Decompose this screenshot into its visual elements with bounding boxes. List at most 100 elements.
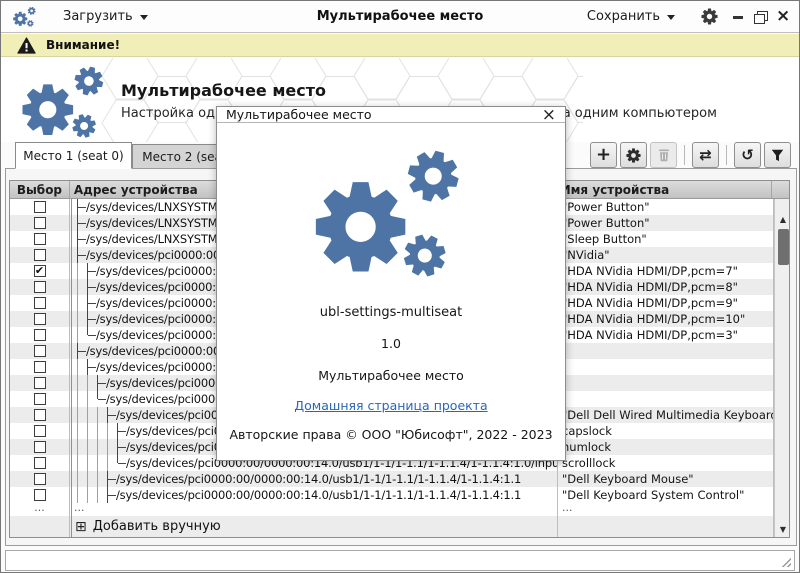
save-button[interactable]: Сохранить	[579, 5, 683, 28]
row-checkbox[interactable]	[34, 457, 46, 469]
maximize-button[interactable]	[754, 10, 767, 23]
close-button[interactable]: ×	[776, 10, 789, 23]
column-header-name[interactable]: Имя устройства	[557, 181, 772, 198]
tree-guide-line	[83, 471, 93, 487]
dialog-version: 1.0	[381, 336, 401, 351]
table-row[interactable]: /sys/devices/pci0000:00/0000:00:14.0/usb…	[10, 471, 774, 487]
about-dialog: Мультирабочее место × ubl-settings-multi…	[216, 106, 566, 461]
app-gears-logo	[17, 60, 113, 142]
select-cell	[10, 516, 70, 537]
delete-device-button[interactable]	[650, 142, 677, 168]
chevron-down-icon	[667, 15, 675, 20]
filter-button[interactable]	[764, 142, 791, 168]
tree-guide-line	[103, 439, 113, 455]
tree-guide-line	[73, 295, 83, 311]
device-name-cell	[558, 375, 774, 391]
row-checkbox[interactable]	[34, 361, 46, 373]
swap-devices-button[interactable]: ⇄	[692, 142, 719, 168]
filter-funnel-icon	[771, 149, 784, 162]
settings-menu-button[interactable]	[701, 8, 718, 25]
row-checkbox[interactable]	[34, 425, 46, 437]
toolbar-separator	[684, 145, 685, 165]
row-checkbox[interactable]	[34, 217, 46, 229]
add-device-button[interactable]: +	[590, 142, 617, 168]
device-address-cell: /sys/devices/pci0000:00/0000:00:14.0/usb…	[70, 471, 558, 487]
column-header-select[interactable]: Выбор	[10, 181, 70, 198]
row-checkbox[interactable]	[34, 345, 46, 357]
select-cell	[10, 391, 70, 407]
tree-guide-line	[83, 375, 93, 391]
tree-guide-line	[83, 423, 93, 439]
page-title: Мультирабочее место	[121, 81, 326, 100]
tree-guide-line	[93, 455, 103, 471]
select-cell	[10, 487, 70, 503]
device-name-cell: "HDA NVidia HDMI/DP,pcm=7"	[558, 263, 774, 279]
device-name-cell: "Sleep Button"	[558, 231, 774, 247]
row-checkbox[interactable]	[34, 489, 46, 501]
reset-button[interactable]: ↺	[734, 142, 761, 168]
column-header-scroll-gap	[772, 181, 789, 198]
select-cell	[10, 439, 70, 455]
row-checkbox[interactable]	[34, 377, 46, 389]
select-cell	[10, 295, 70, 311]
device-name-cell	[558, 359, 774, 375]
row-checkbox[interactable]	[34, 473, 46, 485]
dialog-gears-logo	[305, 139, 477, 291]
tree-guide-line	[73, 455, 83, 471]
app-window: Загрузить Мультирабочее место Сохранить …	[0, 0, 800, 573]
scroll-up-arrow[interactable]: ▲	[775, 212, 791, 227]
device-path: /sys/devices/pci0000:00/0000:00:14.0/usb…	[116, 488, 521, 502]
row-checkbox[interactable]	[34, 441, 46, 453]
tree-guide-line	[103, 455, 113, 471]
vertical-scrollbar[interactable]: ▲ ▼	[774, 199, 789, 537]
tree-guide-line	[73, 279, 83, 295]
tree-branch-icon	[113, 455, 126, 471]
resize-grip[interactable]	[780, 556, 791, 567]
warning-icon	[17, 37, 36, 54]
project-homepage-link[interactable]: Домашняя страница проекта	[294, 398, 487, 413]
scroll-down-arrow[interactable]: ▼	[775, 522, 791, 537]
device-name-cell	[558, 343, 774, 359]
dialog-close-icon[interactable]: ×	[542, 108, 556, 122]
table-row[interactable]: /sys/devices/pci0000:00/0000:00:14.0/usb…	[10, 487, 774, 503]
tree-branch-icon	[83, 279, 96, 295]
minimize-button[interactable]	[732, 10, 745, 23]
select-cell	[10, 215, 70, 231]
row-checkbox[interactable]	[34, 313, 46, 325]
row-checkbox[interactable]	[34, 297, 46, 309]
add-manually-row[interactable]: ⊞Добавить вручную	[10, 516, 774, 537]
tree-branch-icon	[73, 215, 86, 231]
select-cell	[10, 279, 70, 295]
row-checkbox[interactable]	[34, 329, 46, 341]
select-cell: ✔	[10, 263, 70, 279]
tree-guide-line	[83, 407, 93, 423]
row-checkbox[interactable]	[34, 249, 46, 261]
plus-icon: +	[596, 146, 611, 164]
row-checkbox[interactable]	[34, 201, 46, 213]
device-toolbar: + ⇄ ↺	[590, 142, 791, 168]
trash-icon	[658, 149, 670, 162]
scrollbar-thumb[interactable]	[778, 229, 789, 265]
row-checkbox[interactable]	[34, 409, 46, 421]
row-checkbox[interactable]	[34, 393, 46, 405]
device-name-cell: capslock	[558, 423, 774, 439]
status-bar	[5, 550, 795, 571]
tree-guide-line	[73, 487, 83, 503]
swap-arrows-icon: ⇄	[699, 146, 712, 164]
device-name-cell: "HDA NVidia HDMI/DP,pcm=8"	[558, 279, 774, 295]
row-checkbox-checked[interactable]: ✔	[34, 265, 46, 277]
plus-square-icon: ⊞	[75, 520, 87, 534]
tree-branch-icon	[113, 439, 126, 455]
device-name-cell: "HDA NVidia HDMI/DP,pcm=3"	[558, 327, 774, 343]
load-button[interactable]: Загрузить	[55, 5, 156, 28]
device-name-cell: "HDA NVidia HDMI/DP,pcm=9"	[558, 295, 774, 311]
row-checkbox[interactable]	[34, 233, 46, 245]
row-checkbox[interactable]	[34, 281, 46, 293]
select-cell	[10, 375, 70, 391]
tab-seat-0[interactable]: Место 1 (seat 0)	[15, 142, 132, 169]
device-settings-button[interactable]	[620, 142, 647, 168]
select-cell	[10, 199, 70, 215]
tree-branch-icon	[73, 199, 86, 215]
tree-guide-line	[73, 407, 83, 423]
dialog-app-name: ubl-settings-multiseat	[320, 305, 462, 320]
